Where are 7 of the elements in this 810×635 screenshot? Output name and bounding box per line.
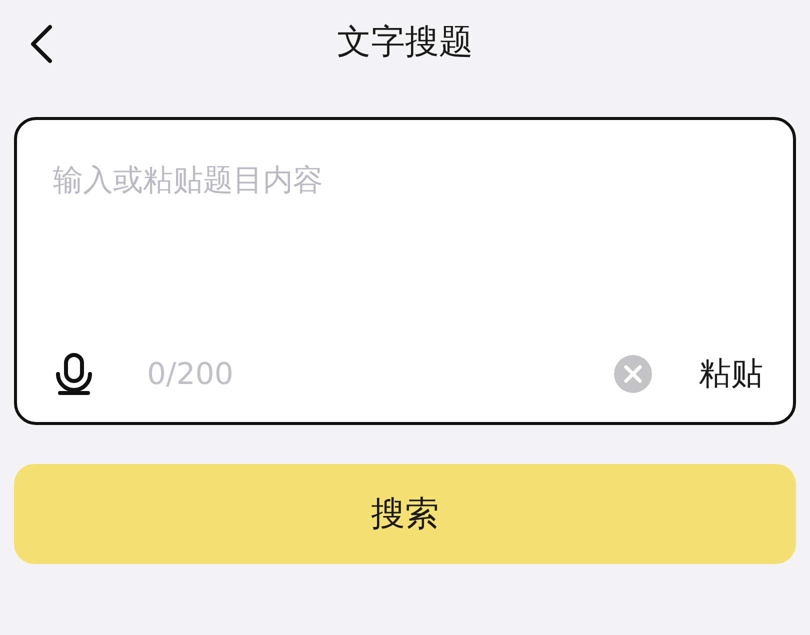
search-button[interactable]: 搜索	[14, 464, 796, 564]
back-icon[interactable]	[28, 24, 54, 64]
question-input-field[interactable]: 输入或粘贴题目内容 0/200 粘贴	[14, 117, 796, 425]
page-title: 文字搜题	[337, 21, 473, 64]
microphone-icon[interactable]	[53, 352, 95, 396]
paste-button[interactable]: 粘贴	[699, 352, 763, 396]
character-counter: 0/200	[147, 356, 234, 392]
